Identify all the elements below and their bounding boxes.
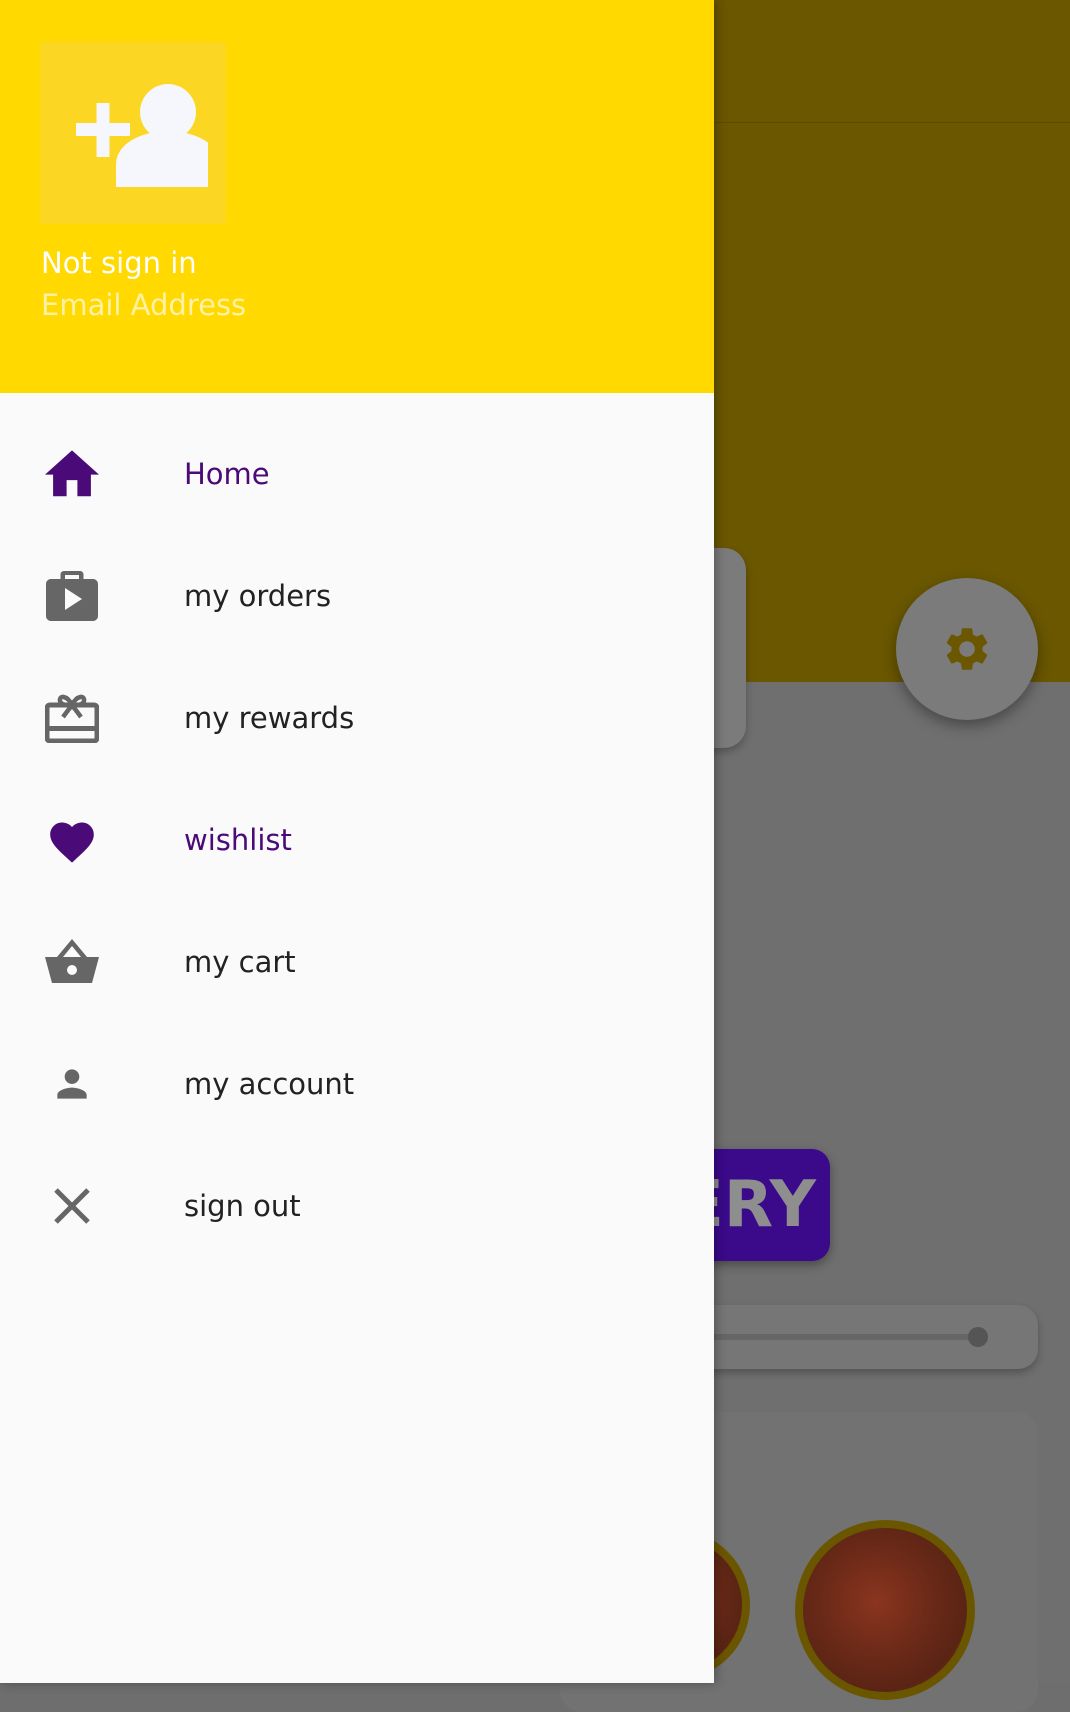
drawer-item-label: my orders bbox=[184, 579, 332, 613]
drawer-item-my-cart[interactable]: my cart bbox=[0, 901, 714, 1023]
avatar[interactable] bbox=[40, 42, 226, 224]
drawer-menu: Home my orders my rewards wishlist my ca… bbox=[0, 413, 714, 1267]
heart-icon bbox=[40, 812, 104, 868]
drawer-item-label: wishlist bbox=[184, 823, 292, 857]
navigation-drawer: Not sign in Email Address Home my orders bbox=[0, 0, 714, 1683]
drawer-item-home[interactable]: Home bbox=[0, 413, 714, 535]
food-image bbox=[795, 1520, 975, 1700]
drawer-item-label: my rewards bbox=[184, 701, 355, 735]
orders-icon bbox=[40, 568, 104, 624]
drawer-item-my-orders[interactable]: my orders bbox=[0, 535, 714, 657]
settings-fab[interactable] bbox=[896, 578, 1038, 720]
drawer-item-my-account[interactable]: my account bbox=[0, 1023, 714, 1145]
gear-icon bbox=[946, 628, 988, 670]
slider-knob bbox=[968, 1327, 988, 1347]
user-email: Email Address bbox=[41, 288, 247, 322]
drawer-item-my-rewards[interactable]: my rewards bbox=[0, 657, 714, 779]
person-icon bbox=[40, 1056, 104, 1112]
drawer-item-label: my cart bbox=[184, 945, 296, 979]
drawer-item-label: Home bbox=[184, 457, 270, 491]
drawer-item-label: sign out bbox=[184, 1189, 301, 1223]
home-icon bbox=[40, 446, 104, 502]
drawer-item-sign-out[interactable]: sign out bbox=[0, 1145, 714, 1267]
rewards-icon bbox=[40, 690, 104, 746]
basket-icon bbox=[40, 934, 104, 990]
drawer-item-wishlist[interactable]: wishlist bbox=[0, 779, 714, 901]
user-name: Not sign in bbox=[41, 246, 197, 280]
close-icon bbox=[40, 1178, 104, 1234]
drawer-header: Not sign in Email Address bbox=[0, 0, 714, 393]
drawer-item-label: my account bbox=[184, 1067, 355, 1101]
person-add-icon bbox=[76, 84, 208, 187]
